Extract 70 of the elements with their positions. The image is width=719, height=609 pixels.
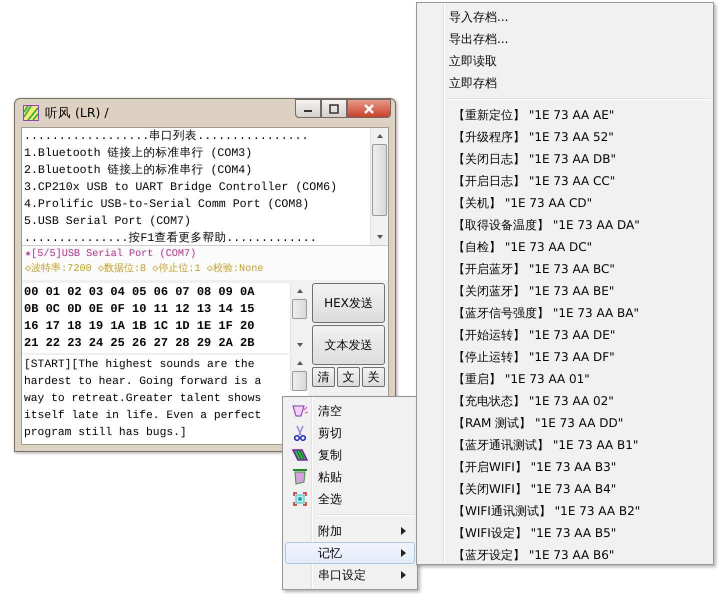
menu-item[interactable]: 【停止运转】 "1E 73 AA DF" [419,346,711,368]
clear-icon [292,404,308,418]
minimize-button[interactable] [295,99,321,118]
menu-item[interactable]: 【WIFI通讯测试】 "1E 73 AA B2" [419,500,711,522]
menu-item[interactable]: 【取得设备温度】 "1E 73 AA DA" [419,214,711,236]
select-all-icon [293,492,307,506]
menu-item[interactable]: 【关闭蓝牙】 "1E 73 AA BE" [419,280,711,302]
menu-item[interactable]: 附加 [285,520,415,542]
hex-line: 21 22 23 24 25 26 27 28 29 2A 2B [24,335,256,352]
submenu-arrow-icon [401,527,406,535]
menu-item[interactable]: 【关机】 "1E 73 AA CD" [419,192,711,214]
menu-item[interactable]: 【蓝牙通讯测试】 "1E 73 AA B1" [419,434,711,456]
hex-line: 00 01 02 03 04 05 06 07 08 09 0A [24,284,256,301]
menu-item[interactable]: 粘贴 [285,466,415,488]
menu-item[interactable]: 【RAM 测试】 "1E 73 AA DD" [419,412,711,434]
maximize-button[interactable] [321,99,347,118]
menu-item[interactable]: 【充电状态】 "1E 73 AA 02" [419,390,711,412]
copy-icon [292,449,308,461]
menu-item[interactable]: 立即读取 [419,50,711,72]
menu-item[interactable]: 【开始运转】 "1E 73 AA DE" [419,324,711,346]
port-list-line: ..................串口列表................ [24,128,310,145]
port-settings: ◇波特率:7200 ◇数据位:8 ◇停止位:1 ◇校验:None [25,262,264,277]
menu-item[interactable]: 复制 [285,444,415,466]
menu-item[interactable]: 【开启日志】 "1E 73 AA CC" [419,170,711,192]
small-button[interactable]: 清 [312,367,335,387]
port-list-line: 2.Bluetooth 链接上的标准串行 (COM4) [24,162,254,179]
menu-item[interactable]: 串口设定 [285,564,415,586]
menu-item[interactable]: 【关闭日志】 "1E 73 AA DB" [419,148,711,170]
submenu-arrow-icon [401,549,406,557]
menu-item[interactable]: 【自检】 "1E 73 AA DC" [419,236,711,258]
menu-item[interactable]: 【升级程序】 "1E 73 AA 52" [419,126,711,148]
text-content: [START][The highest sounds are the hardest to hear. Going forward is a way to retreat.Greater talent shows itself late in life. Even a perfect program still has bugs.] [23,358,262,441]
menu-item[interactable]: 【关闭WIFI】 "1E 73 AA B4" [419,478,711,500]
close-button[interactable] [347,99,391,118]
menu-item[interactable]: 导入存档... [419,6,711,28]
menu-item[interactable]: 导出存档... [419,28,711,50]
small-button[interactable]: 文 [337,367,360,387]
menu-item[interactable]: 【重新定位】 "1E 73 AA AE" [419,104,711,126]
app-icon [23,105,39,121]
submenu-arrow-icon [401,571,406,579]
menu-item[interactable]: 全选 [285,488,415,510]
menu-item[interactable]: 【蓝牙信号强度】 "1E 73 AA BA" [419,302,711,324]
menu-item[interactable]: 记忆 [285,542,415,564]
scissors-icon [294,425,306,441]
send-button[interactable]: HEX发送 [312,283,385,323]
menu-item[interactable]: 【重启】 "1E 73 AA 01" [419,368,711,390]
paste-icon [292,469,308,485]
menu-item[interactable]: 【WIFI设定】 "1E 73 AA B5" [419,522,711,544]
small-button[interactable]: 关 [362,367,385,387]
port-list-line: 3.CP210x USB to UART Bridge Controller (COM6) [24,180,338,196]
scroll-bar[interactable] [370,128,388,245]
hex-line: 16 17 18 19 1A 1B 1C 1D 1E 1F 20 [24,318,256,335]
hex-line: 0B 0C 0D 0E 0F 10 11 12 13 14 15 [24,301,256,318]
maximize-icon [329,104,339,114]
menu-item[interactable]: 【蓝牙设定】 "1E 73 AA B6" [419,544,711,566]
window-title: 听风 (LR) / [45,104,109,122]
menu-item[interactable]: 【开启蓝牙】 "1E 73 AA BC" [419,258,711,280]
menu-item[interactable]: 立即存档 [419,72,711,94]
port-status: ★[5/5]USB Serial Port (COM7) [25,248,198,262]
text-input-field[interactable]: [START][The highest sounds are the hardest to hear. Going forward is a way to retreat.Greater talent shows itself late in life. Even a perfect program still has bugs.] [22,355,308,444]
send-button[interactable]: 文本发送 [312,325,385,365]
port-list-line: ...............按F1查看更多帮助............. [24,230,318,245]
port-list-line: 1.Bluetooth 链接上的标准串行 (COM3) [24,146,254,162]
hex-input-field[interactable]: 00 01 02 03 04 05 06 07 08 09 0A 0B 0C 0D 0E 0F 10 11 12 13 14 15 16 17 18 19 1A 1B 1C 1D 1E 1F 20 21 22 23 24 25 26 27 28 29 2A 2B [22,283,308,353]
menu-item[interactable]: 【开启WIFI】 "1E 73 AA B3" [419,456,711,478]
close-icon [363,104,375,114]
port-list-line: 4.Prolific USB-to-Serial Comm Port (COM8) [24,197,310,213]
scroll-bar[interactable] [290,355,308,391]
port-list-line: 5.USB Serial Port (COM7) [24,214,192,230]
port-list[interactable] [22,128,388,246]
